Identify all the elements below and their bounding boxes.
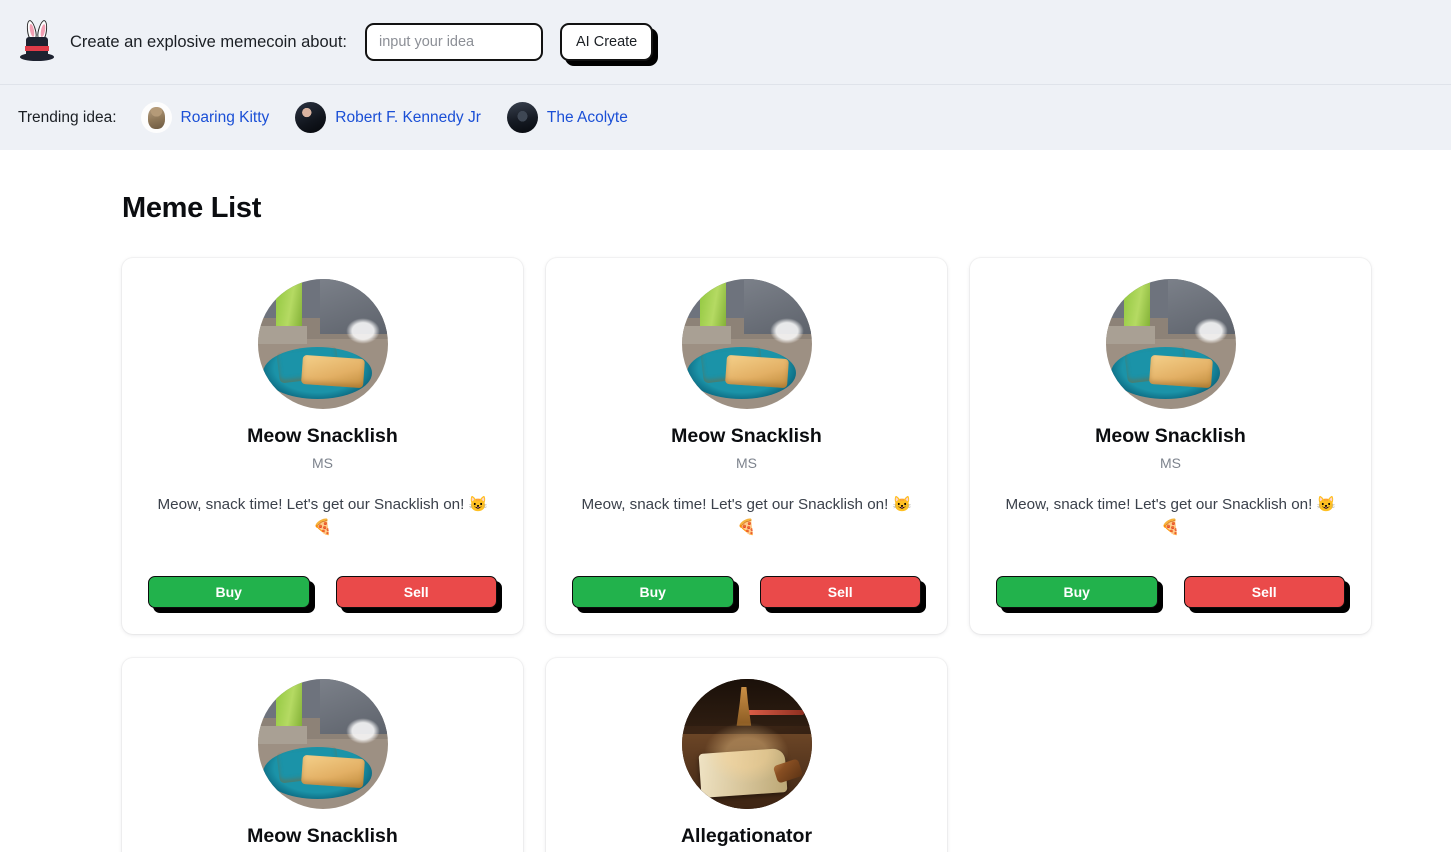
kitten-avatar — [140, 102, 172, 133]
coin-name: Meow Snacklish — [671, 425, 822, 447]
coin-description: Meow, snack time! Let's get our Snacklis… — [1005, 496, 1336, 536]
meme-card[interactable]: Meow Snacklish MS Meow, snack time! Let'… — [122, 258, 523, 634]
trending-item-label: The Acolyte — [546, 108, 628, 126]
card-actions: Buy Sell — [996, 576, 1350, 613]
meme-card[interactable]: Meow Snacklish MS Meow, snack time! Let'… — [970, 258, 1371, 634]
trending-item-roaring-kitty[interactable]: Roaring Kitty — [140, 102, 270, 133]
buy-button[interactable]: Buy — [996, 576, 1158, 608]
coin-description: Meow, snack time! Let's get our Snacklis… — [157, 496, 488, 536]
meme-card[interactable]: Meow Snacklish MS Meow, snack time! Let'… — [122, 658, 523, 852]
coin-image — [257, 279, 388, 409]
ai-create-button[interactable]: AI Create — [560, 23, 654, 61]
sell-button[interactable]: Sell — [759, 576, 921, 608]
sell-button[interactable]: Sell — [335, 576, 497, 608]
coin-image — [681, 679, 812, 809]
magic-hat-bunny-icon — [18, 19, 56, 64]
card-actions: Buy Sell — [572, 576, 926, 613]
trending-item-label: Roaring Kitty — [180, 108, 270, 126]
rfk-avatar — [295, 102, 327, 133]
coin-name: Meow Snacklish — [247, 425, 398, 447]
page-title: Meme List — [122, 192, 262, 224]
ai-create-button-wrap: AI Create — [560, 23, 659, 66]
trending-item-acolyte[interactable]: The Acolyte — [506, 102, 628, 133]
coin-image — [1105, 279, 1236, 409]
trending-item-rfk[interactable]: Robert F. Kennedy Jr — [295, 102, 481, 133]
sell-button[interactable]: Sell — [1183, 576, 1345, 608]
meme-card[interactable]: Allegationator ALLEGATIONATOR Buy Sell — [546, 658, 947, 852]
trending-bar: Trending idea: Roaring Kitty Robert F. K… — [0, 85, 1451, 150]
idea-input[interactable] — [365, 23, 543, 61]
trending-label: Trending idea: — [18, 108, 117, 126]
coin-name: Meow Snacklish — [247, 825, 398, 847]
meme-card[interactable]: Meow Snacklish MS Meow, snack time! Let'… — [546, 258, 947, 634]
trending-item-label: Robert F. Kennedy Jr — [335, 108, 481, 126]
buy-button[interactable]: Buy — [572, 576, 734, 608]
coin-name: Allegationator — [680, 825, 813, 847]
app-header: Create an explosive memecoin about: AI C… — [0, 0, 1451, 85]
coin-description: Meow, snack time! Let's get our Snacklis… — [581, 496, 912, 536]
prompt-label: Create an explosive memecoin about: — [70, 32, 347, 51]
coin-symbol: MS — [1160, 455, 1181, 471]
coin-symbol: MS — [736, 455, 757, 471]
coin-symbol: MS — [312, 455, 333, 471]
meme-card-grid: Meow Snacklish MS Meow, snack time! Let'… — [122, 258, 1372, 852]
acolyte-avatar — [506, 102, 538, 133]
coin-image — [681, 279, 812, 409]
coin-name: Meow Snacklish — [1095, 425, 1246, 447]
coin-image — [257, 679, 388, 809]
buy-button[interactable]: Buy — [148, 576, 310, 608]
card-actions: Buy Sell — [148, 576, 502, 613]
main-content: Meme List Meow Snacklish MS Meow, snack … — [0, 150, 1451, 852]
